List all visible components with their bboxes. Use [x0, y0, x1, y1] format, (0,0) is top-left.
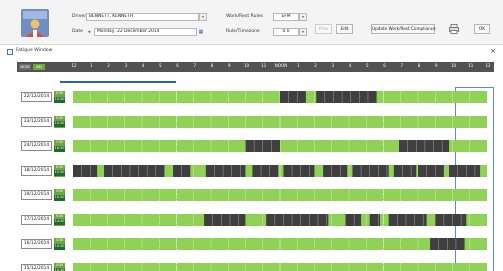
day-timeline-svg [90, 262, 470, 271]
day-timeline-svg [90, 189, 470, 201]
day-timeline[interactable] [73, 262, 487, 271]
day-hours-badge: 5:30 10:30 [54, 115, 65, 128]
work-block[interactable] [345, 213, 362, 226]
day-hours-bottom: 16:30 [54, 145, 65, 152]
day-row[interactable]: 15/12/2014 4:30 10:30 [0, 259, 503, 271]
day-date[interactable]: 17/12/2014 [21, 214, 52, 225]
work-block[interactable] [104, 164, 165, 177]
day-hours-badge: 7:30 16:30 [54, 140, 65, 152]
work-block[interactable] [266, 213, 329, 226]
work-block[interactable] [352, 164, 389, 177]
day-date[interactable]: 16/12/2014 [21, 239, 52, 249]
day-hours-bottom: 10:30 [54, 96, 65, 103]
work-block[interactable] [399, 140, 450, 152]
work-block[interactable] [418, 164, 444, 177]
day-row[interactable]: 19/12/2014 3:30 10:30 [0, 185, 503, 203]
day-date[interactable]: 18/12/2014 [21, 165, 52, 176]
day-date[interactable]: 15/12/2014 [21, 263, 52, 271]
day-hours-bottom: 10:30 [54, 243, 65, 250]
day-timeline[interactable] [73, 91, 487, 103]
day-timeline-svg [90, 238, 470, 250]
work-block[interactable] [449, 164, 481, 177]
day-hours-bottom: 10:30 [54, 194, 65, 201]
day-timeline-svg [90, 140, 470, 152]
day-hours-bottom: 14:30 [54, 219, 65, 225]
day-hours-bottom: 10:30 [54, 121, 65, 127]
day-row[interactable]: 16/12/2014 3:30 10:30 [0, 234, 503, 252]
day-hours-badge: 3:30 10:30 [54, 238, 65, 250]
work-block[interactable] [323, 164, 348, 177]
day-timeline[interactable] [73, 164, 487, 177]
day-timeline-svg [90, 91, 470, 103]
day-timeline-svg [90, 213, 470, 226]
day-row[interactable]: 24/12/2014 7:30 16:30 [0, 136, 503, 154]
work-block[interactable] [316, 91, 377, 103]
day-hours-badge: 5:30 10:30 [54, 91, 65, 103]
day-hours-badge: 3:30 10:30 [54, 189, 65, 201]
day-timeline-svg [90, 115, 470, 128]
day-row[interactable]: 18/12/2014 8:30 15:30 [0, 161, 503, 179]
day-date[interactable]: 24/12/2014 [21, 141, 52, 151]
work-block[interactable] [393, 164, 417, 177]
work-block[interactable] [435, 213, 467, 226]
day-rows: 22/12/2014 5:30 10:30 23/12/2014 5:30 10:30 24… [0, 0, 503, 271]
work-block[interactable] [204, 213, 246, 226]
work-block[interactable] [283, 164, 315, 177]
day-row[interactable]: 17/12/2014 9:30 14:30 [0, 210, 503, 228]
day-timeline-svg [73, 164, 481, 177]
day-timeline[interactable] [73, 213, 487, 226]
day-hours-bottom: 15:30 [54, 170, 65, 176]
day-date[interactable]: 19/12/2014 [21, 190, 52, 200]
work-block[interactable] [388, 213, 427, 226]
day-date[interactable]: 23/12/2014 [21, 116, 52, 127]
day-timeline[interactable] [73, 189, 487, 201]
day-row[interactable]: 23/12/2014 5:30 10:30 [0, 112, 503, 130]
work-block[interactable] [280, 91, 306, 103]
day-hours-badge: 4:30 10:30 [54, 262, 65, 271]
day-date[interactable]: 22/12/2014 [21, 92, 52, 102]
day-timeline[interactable] [73, 238, 487, 250]
day-hours-badge: 9:30 14:30 [54, 213, 65, 226]
work-block[interactable] [252, 164, 279, 177]
day-timeline[interactable] [73, 140, 487, 152]
day-row[interactable]: 22/12/2014 5:30 10:30 [0, 87, 503, 105]
work-block[interactable] [205, 164, 246, 177]
day-hours-badge: 8:30 15:30 [54, 164, 65, 177]
day-timeline[interactable] [73, 115, 487, 128]
work-block[interactable] [73, 164, 98, 177]
